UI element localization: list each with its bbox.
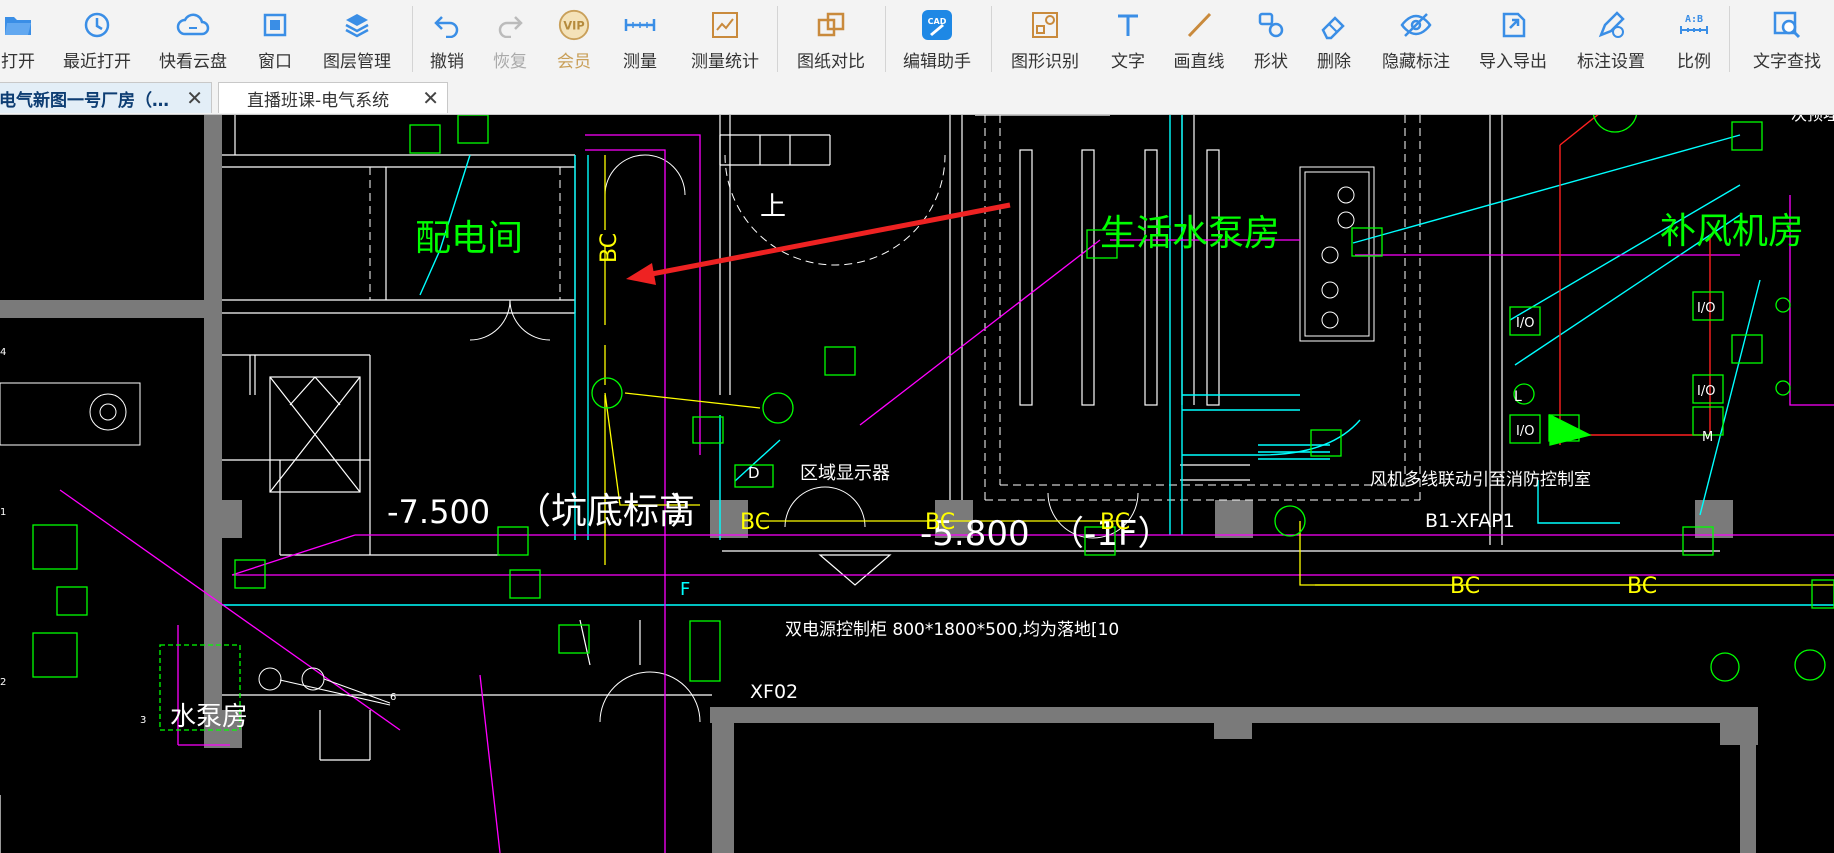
close-icon[interactable]: ✕ bbox=[186, 86, 203, 110]
drawing-compare-button[interactable]: 图纸对比 bbox=[790, 8, 872, 74]
label-bc-2: BC bbox=[925, 510, 955, 535]
label-bc-5: BC bbox=[1627, 574, 1657, 599]
shape-recognition-icon bbox=[1028, 8, 1062, 42]
import-export-button[interactable]: 导入导出 bbox=[1472, 8, 1554, 74]
svg-text:VIP: VIP bbox=[563, 19, 584, 33]
label-cabinet-note: 双电源控制柜 800*1800*500,均为落地[10 bbox=[785, 620, 1119, 640]
label-up: 上 bbox=[760, 192, 786, 222]
ruler-icon bbox=[623, 8, 657, 42]
tab-title: 直播班课-电气系统 bbox=[247, 90, 390, 111]
document-tab-bar: 电气新图一号厂房（… ✕ 直播班课-电气系统 ✕ bbox=[0, 80, 1834, 115]
tab-drawing-2[interactable]: 直播班课-电气系统 ✕ bbox=[218, 82, 448, 113]
scale-button[interactable]: A:B 比例 bbox=[1672, 8, 1716, 74]
label-io-3: I/O bbox=[1697, 301, 1715, 316]
cloud-disk-button[interactable]: 快看云盘 bbox=[152, 8, 234, 74]
shapes-icon bbox=[1254, 8, 1288, 42]
open-button[interactable]: 打开 bbox=[0, 8, 36, 74]
toolbar-separator bbox=[885, 6, 886, 72]
toolbar-separator bbox=[777, 6, 778, 72]
line-icon bbox=[1182, 8, 1216, 42]
label-f: F bbox=[680, 579, 690, 600]
hide-eye-icon bbox=[1399, 8, 1433, 42]
layer-manager-button[interactable]: 图层管理 bbox=[316, 8, 398, 74]
label-pump-room: 生活水泵房 bbox=[1100, 213, 1280, 254]
tab-drawing-1[interactable]: 电气新图一号厂房（… ✕ bbox=[0, 82, 212, 113]
label-bc-3: BC bbox=[1100, 510, 1130, 535]
svg-text:A:B: A:B bbox=[1685, 14, 1703, 25]
window-icon bbox=[258, 8, 292, 42]
cad-drawing-canvas[interactable]: 配电间 生活水泵房 补风机房 -7.500 （坑底标高 ） -5.800 （-1… bbox=[0, 115, 1834, 853]
text-search-icon bbox=[1770, 8, 1804, 42]
toolbar-separator bbox=[991, 6, 992, 72]
text-button[interactable]: 文字 bbox=[1106, 8, 1150, 74]
measure-button[interactable]: 测量 bbox=[618, 8, 662, 74]
cloud-icon bbox=[176, 8, 210, 42]
delete-button[interactable]: 删除 bbox=[1312, 8, 1356, 74]
label-pump-room-2: 水泵房 bbox=[170, 702, 248, 732]
label-panel-id: B1-XFAP1 bbox=[1425, 510, 1515, 532]
toolbar-separator bbox=[412, 6, 413, 72]
shape-recognition-button[interactable]: 图形识别 bbox=[1004, 8, 1086, 74]
label-pit-note: （坑底标高 bbox=[515, 491, 695, 532]
draw-line-button[interactable]: 画直线 bbox=[1169, 8, 1229, 74]
label-zone-display: 区域显示器 bbox=[800, 463, 890, 484]
label-bc-vertical: BC bbox=[597, 233, 622, 263]
label-elevation-1: -7.500 bbox=[387, 493, 490, 531]
main-toolbar: 打开 最近打开 快看云盘 窗口 图层管理 撤销 恢复 VIP 会员 测量 测量统… bbox=[0, 0, 1834, 81]
label-top-right-note: 一次预埋点位 bbox=[1775, 115, 1834, 124]
edit-assistant-button[interactable]: CAD 编辑助手 bbox=[896, 8, 978, 74]
label-power-room: 配电间 bbox=[415, 218, 523, 259]
scale-icon: A:B bbox=[1677, 8, 1711, 42]
tab-title: 电气新图一号厂房（… bbox=[0, 90, 169, 111]
measure-stats-button[interactable]: 测量统计 bbox=[684, 8, 766, 74]
layers-icon bbox=[340, 8, 374, 42]
label-io-2: I/O bbox=[1516, 424, 1534, 439]
text-search-button[interactable]: 文字查找 bbox=[1746, 8, 1828, 74]
folder-open-icon bbox=[1, 8, 35, 42]
label-fan-room: 补风机房 bbox=[1660, 211, 1804, 252]
annotation-settings-button[interactable]: 标注设置 bbox=[1570, 8, 1652, 74]
label-num-1: 1 bbox=[0, 507, 6, 518]
redo-icon bbox=[493, 8, 527, 42]
label-d: D bbox=[748, 464, 760, 482]
vip-member-button[interactable]: VIP 会员 bbox=[552, 8, 596, 74]
label-bc-1: BC bbox=[740, 510, 770, 535]
svg-text:CAD: CAD bbox=[928, 17, 947, 26]
clock-history-icon bbox=[80, 8, 114, 42]
label-io-1: I/O bbox=[1516, 316, 1534, 331]
annotation-settings-icon bbox=[1594, 8, 1628, 42]
hide-annotations-button[interactable]: 隐藏标注 bbox=[1375, 8, 1457, 74]
compare-icon bbox=[814, 8, 848, 42]
label-num-4: 4 bbox=[0, 347, 6, 358]
text-icon bbox=[1111, 8, 1145, 42]
label-bc-4: BC bbox=[1450, 574, 1480, 599]
cad-edit-icon: CAD bbox=[920, 8, 954, 42]
toolbar-separator bbox=[1729, 6, 1730, 72]
label-io-4: I/O bbox=[1697, 384, 1715, 399]
label-num-6: 6 bbox=[390, 692, 396, 703]
label-xf02: XF02 bbox=[750, 681, 798, 703]
undo-icon bbox=[430, 8, 464, 42]
close-icon[interactable]: ✕ bbox=[422, 86, 439, 110]
label-num-3: 3 bbox=[140, 715, 146, 726]
measure-stats-icon bbox=[708, 8, 742, 42]
label-num-2: 2 bbox=[0, 677, 6, 688]
redo-button[interactable]: 恢复 bbox=[488, 8, 532, 74]
shape-button[interactable]: 形状 bbox=[1249, 8, 1293, 74]
label-l: L bbox=[1514, 389, 1522, 405]
eraser-icon bbox=[1317, 8, 1351, 42]
vip-icon: VIP bbox=[557, 8, 591, 42]
import-export-icon bbox=[1496, 8, 1530, 42]
window-button[interactable]: 窗口 bbox=[253, 8, 297, 74]
recent-open-button[interactable]: 最近打开 bbox=[56, 8, 138, 74]
undo-button[interactable]: 撤销 bbox=[425, 8, 469, 74]
label-paren-close: ） bbox=[670, 491, 706, 532]
label-fan-note: 风机多线联动引至消防控制室 bbox=[1370, 470, 1591, 490]
label-m: M bbox=[1702, 430, 1713, 445]
